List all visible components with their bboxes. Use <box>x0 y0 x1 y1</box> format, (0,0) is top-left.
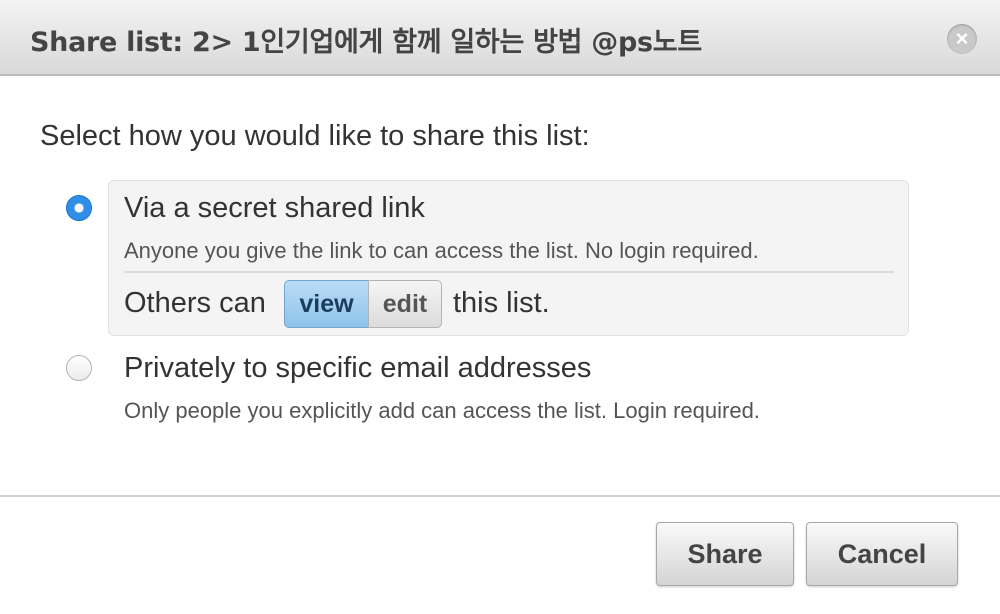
option-secret-link-description: Anyone you give the link to can access t… <box>124 238 759 263</box>
footer-divider <box>0 495 1000 497</box>
view-toggle-button[interactable]: view <box>284 280 369 328</box>
panel-divider <box>124 271 894 273</box>
edit-toggle-button[interactable]: edit <box>368 280 442 328</box>
dialog-title: Share list: 2> 1인기업에게 함께 일하는 방법 @ps노트 <box>30 27 702 58</box>
radio-secret-link[interactable] <box>66 195 92 221</box>
option-private-email-label[interactable]: Privately to specific email addresses <box>124 352 591 385</box>
close-icon[interactable]: × <box>947 24 977 54</box>
option-secret-link-label[interactable]: Via a secret shared link <box>124 192 425 225</box>
share-list-dialog: Share list: 2> 1인기업에게 함께 일하는 방법 @ps노트 × … <box>0 0 1000 614</box>
option-private-email-description: Only people you explicitly add can acces… <box>124 398 760 423</box>
share-button[interactable]: Share <box>656 522 794 586</box>
radio-private-email[interactable] <box>66 355 92 381</box>
share-prompt: Select how you would like to share this … <box>40 120 590 152</box>
cancel-button[interactable]: Cancel <box>806 522 958 586</box>
permission-suffix: this list. <box>453 287 550 319</box>
permission-prefix: Others can <box>124 287 266 319</box>
dialog-titlebar: Share list: 2> 1인기업에게 함께 일하는 방법 @ps노트 × <box>0 0 1000 76</box>
